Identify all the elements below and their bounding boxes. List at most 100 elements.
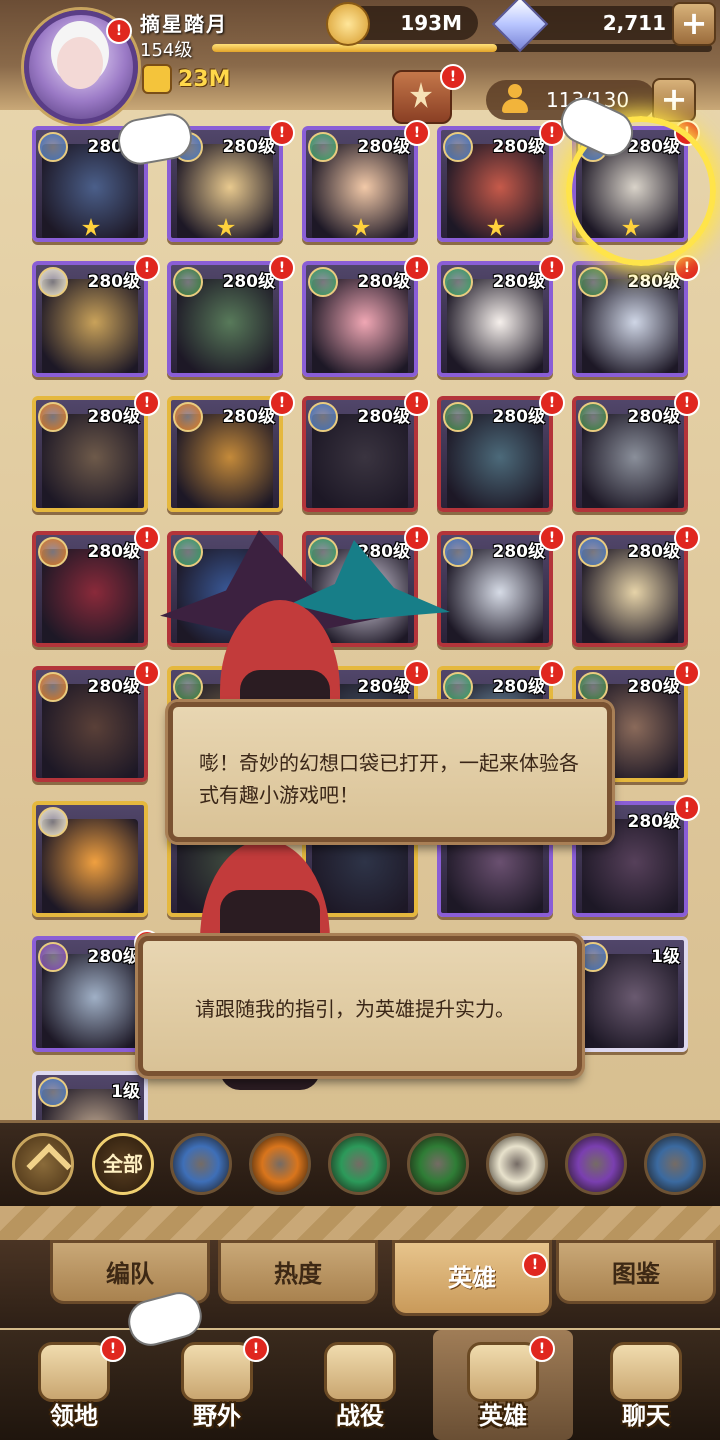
- hero-alert-badge: !: [269, 255, 295, 281]
- mauler-faction-icon: [38, 402, 68, 432]
- hero-roster-screen: ! 摘星踏月 154级 23M 193M 2,711 + ! 113/130 +…: [0, 0, 720, 1440]
- chest-alert-badge: !: [440, 64, 466, 90]
- hero-card[interactable]: 280级: [32, 396, 148, 512]
- hero-alert-badge: !: [134, 660, 160, 686]
- hero-alert-badge: !: [674, 795, 700, 821]
- hero-alert-badge: !: [674, 660, 700, 686]
- hero-level: 280级: [357, 407, 411, 427]
- avatar-alert-badge: !: [106, 18, 132, 44]
- tab-1[interactable]: 热度: [218, 1240, 378, 1304]
- hero-level: 280级: [357, 137, 411, 157]
- filter-all-button[interactable]: 全部: [92, 1133, 154, 1195]
- fist-icon: [142, 64, 172, 94]
- filter-wilder-icon[interactable]: [328, 1133, 390, 1195]
- hero-card[interactable]: 280级: [302, 126, 418, 242]
- hero-level: 280级: [87, 407, 141, 427]
- graveborn-faction-icon: [578, 402, 608, 432]
- graveborn-faction-icon: [578, 672, 608, 702]
- lightbearer-faction-icon: [308, 402, 338, 432]
- celestial-faction-icon: [38, 267, 68, 297]
- hero-alert-badge: !: [539, 255, 565, 281]
- wilder-faction-icon: [443, 267, 473, 297]
- celestial-faction-icon: [38, 807, 68, 837]
- wilder-faction-icon: [443, 672, 473, 702]
- hero-alert-badge: !: [134, 255, 160, 281]
- tab-3[interactable]: 图鉴: [556, 1240, 716, 1304]
- hero-card[interactable]: 280级: [32, 936, 148, 1052]
- nav-item-label: 领地: [50, 1402, 98, 1430]
- hero-card[interactable]: 1级: [572, 936, 688, 1052]
- hero-card[interactable]: 280级: [302, 396, 418, 512]
- filter-celestial-icon[interactable]: [486, 1133, 548, 1195]
- tutorial-dialog-1-text: 嘭！奇妙的幻想口袋已打开，一起来体验各式有趣小游戏吧！: [199, 751, 579, 807]
- hero-level: 280级: [627, 812, 681, 832]
- tab-alert-badge: !: [522, 1252, 548, 1278]
- player-level: 154级: [140, 40, 193, 61]
- hero-card[interactable]: 280级: [32, 666, 148, 782]
- hero-card[interactable]: 280级: [167, 396, 283, 512]
- hero-alert-badge: !: [404, 525, 430, 551]
- hero-card[interactable]: 280级: [437, 261, 553, 377]
- graveborn-faction-icon: [173, 267, 203, 297]
- hero-card[interactable]: [32, 801, 148, 917]
- hero-card[interactable]: 280级: [572, 531, 688, 647]
- nav-item-0[interactable]: 领地!: [4, 1330, 144, 1440]
- filter-lightbearer-icon[interactable]: [170, 1133, 232, 1195]
- hero-card[interactable]: 280级: [437, 531, 553, 647]
- hero-level: 280级: [87, 677, 141, 697]
- hero-sub-tabs: 编队 热度 英雄! 图鉴: [0, 1240, 720, 1328]
- nav-item-label: 野外: [193, 1402, 241, 1430]
- hero-level: 280级: [492, 137, 546, 157]
- graveborn-faction-icon: [578, 267, 608, 297]
- hero-card[interactable]: 280级: [167, 261, 283, 377]
- hero-level: 280级: [492, 542, 546, 562]
- tab-2[interactable]: 英雄: [392, 1240, 552, 1316]
- tutorial-dialog-2[interactable]: 请跟随我的指引，为英雄提升实力。: [138, 936, 582, 1076]
- hero-alert-badge: !: [539, 390, 565, 416]
- hero-level: 280级: [87, 272, 141, 292]
- filter-mauler-icon[interactable]: [249, 1133, 311, 1195]
- filter-graveborn-icon[interactable]: [407, 1133, 469, 1195]
- hero-card[interactable]: 280级: [572, 396, 688, 512]
- hero-alert-badge: !: [674, 255, 700, 281]
- hero-card[interactable]: 280级: [437, 396, 553, 512]
- tutorial-dialog-1[interactable]: 嘭！奇妙的幻想口袋已打开，一起来体验各式有趣小游戏吧！: [168, 702, 612, 842]
- hero-card[interactable]: 280级: [32, 261, 148, 377]
- mauler-faction-icon: [38, 537, 68, 567]
- expand-capacity-button[interactable]: +: [652, 78, 696, 122]
- nav-item-label: 英雄: [479, 1402, 527, 1430]
- chat-bubble-icon: [610, 1342, 682, 1402]
- hero-level: 280级: [87, 947, 141, 967]
- hero-level: 1级: [651, 947, 680, 967]
- tutorial-dialog-2-text: 请跟随我的指引，为英雄提升实力。: [195, 997, 515, 1021]
- nav-item-3[interactable]: 英雄!: [433, 1330, 573, 1440]
- hero-card[interactable]: 280级: [302, 261, 418, 377]
- hero-card[interactable]: 280级: [437, 126, 553, 242]
- filter-dimensional-icon[interactable]: [644, 1133, 706, 1195]
- faction-filter-bar: 全部: [0, 1120, 720, 1210]
- collapse-filter-button[interactable]: [12, 1133, 74, 1195]
- graveborn-faction-icon: [443, 402, 473, 432]
- combat-power-value: 23M: [178, 66, 231, 92]
- hero-card[interactable]: 280级: [32, 531, 148, 647]
- xp-progress-bar: [212, 44, 712, 52]
- nav-alert-badge: !: [243, 1336, 269, 1362]
- nav-item-2[interactable]: 战役: [290, 1330, 430, 1440]
- hero-level: 280级: [492, 272, 546, 292]
- filter-hypogean-icon[interactable]: [565, 1133, 627, 1195]
- nav-item-4[interactable]: 聊天: [576, 1330, 716, 1440]
- add-diamonds-button[interactable]: +: [672, 2, 716, 46]
- hero-alert-badge: !: [269, 120, 295, 146]
- hero-level: 1级: [111, 1082, 140, 1102]
- hero-card[interactable]: 280级: [572, 261, 688, 377]
- hero-level: 280级: [627, 407, 681, 427]
- player-name: 摘星踏月: [140, 12, 228, 36]
- hero-alert-badge: !: [134, 525, 160, 551]
- gold-coin-icon: [326, 2, 370, 46]
- nav-item-1[interactable]: 野外!: [147, 1330, 287, 1440]
- wilder-faction-icon: [308, 132, 338, 162]
- hero-level: 280级: [87, 542, 141, 562]
- lightbearer-faction-icon: [38, 1077, 68, 1107]
- star-emblem-icon: [410, 82, 432, 108]
- bottom-navigation: 领地! 野外! 战役 英雄! 聊天: [0, 1330, 720, 1440]
